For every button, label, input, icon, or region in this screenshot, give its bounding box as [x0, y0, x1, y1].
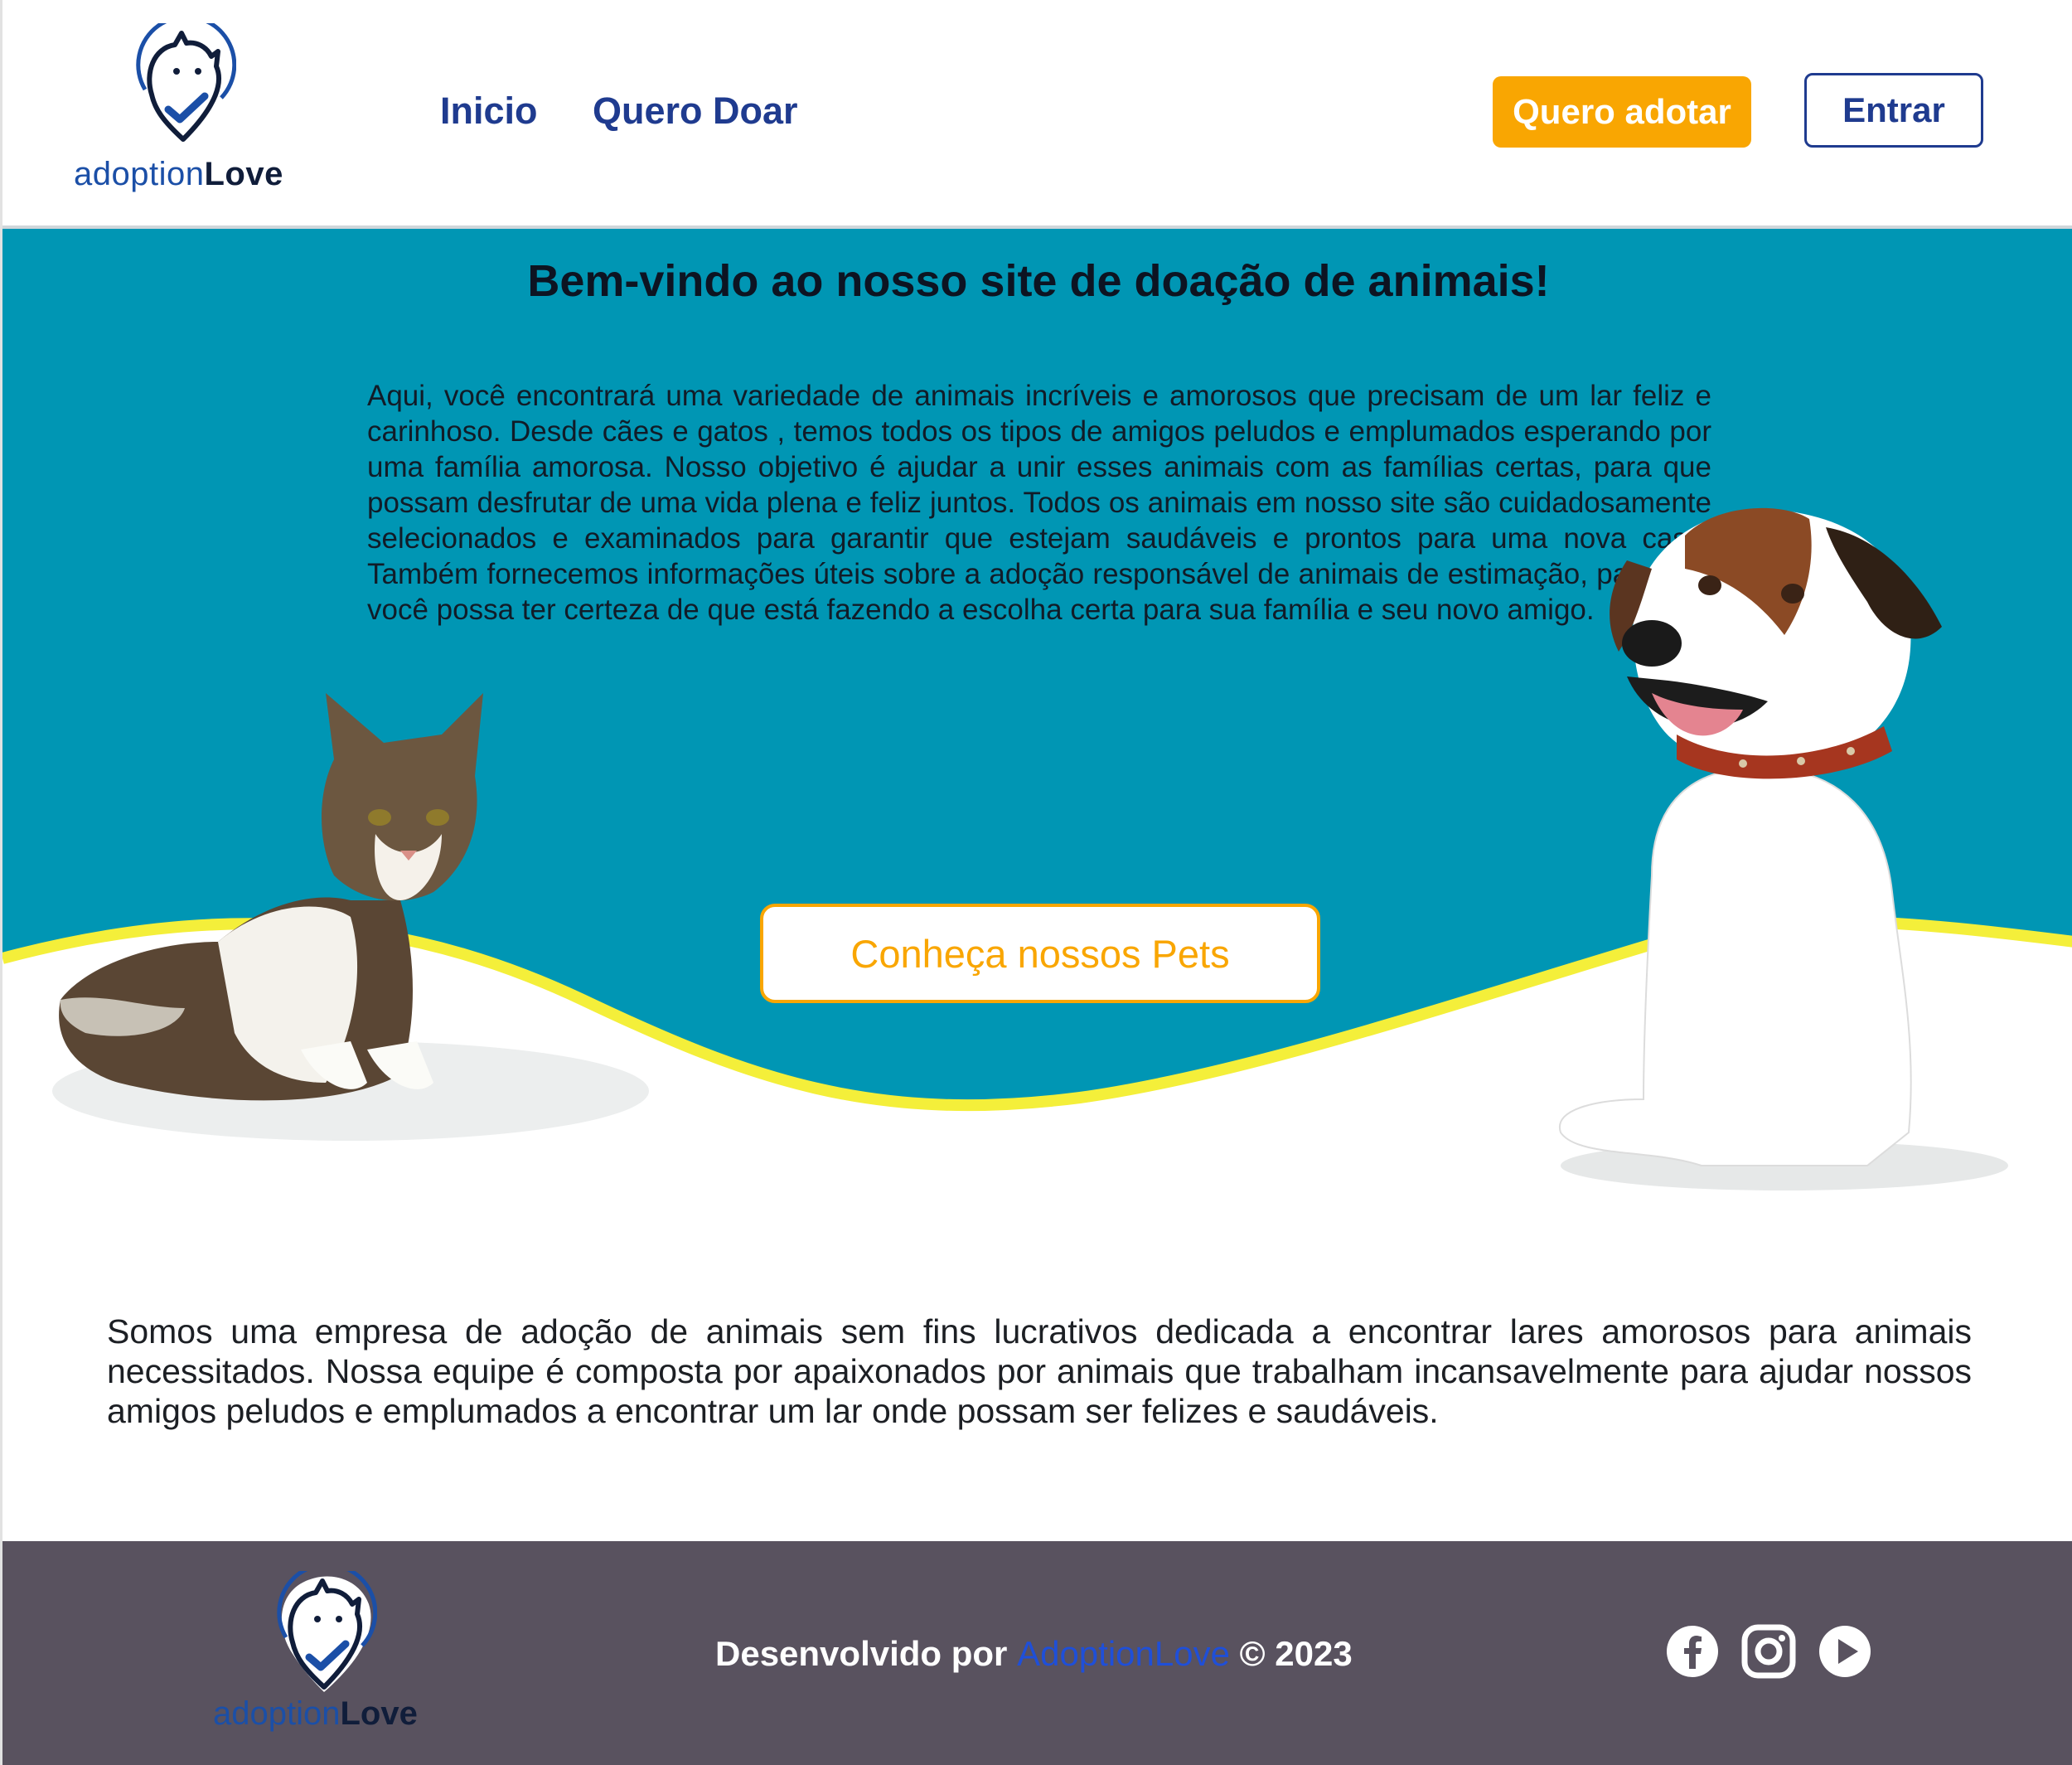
credits-brand-link[interactable]: AdoptionLove	[1017, 1634, 1230, 1673]
instagram-icon[interactable]	[1741, 1624, 1796, 1679]
site-logo[interactable]: adoptionLove	[74, 23, 298, 197]
hero-description: Aqui, você encontrará uma variedade de a…	[367, 380, 1711, 626]
hero-title: Bem-vindo ao nosso site de doação de ani…	[527, 256, 1550, 306]
youtube-play-icon[interactable]	[1818, 1624, 1872, 1679]
hero-section: Bem-vindo ao nosso site de doação de ani…	[2, 229, 2072, 1224]
footer-logo[interactable]: adoptionLove	[213, 1571, 445, 1745]
credits-prefix: Desenvolvido por	[715, 1634, 1018, 1673]
nav-link-inicio[interactable]: Inicio	[440, 90, 538, 132]
footer-logo-word-adoption: adoption	[213, 1695, 341, 1732]
page: adoptionLove Inicio Quero Doar Quero ado…	[0, 0, 2072, 1765]
footer-logo-word-love: Love	[340, 1695, 418, 1732]
site-header: adoptionLove Inicio Quero Doar Quero ado…	[2, 0, 2072, 229]
nav-link-quero-doar[interactable]: Quero Doar	[593, 90, 798, 132]
about-text: Somos uma empresa de adoção de animais s…	[107, 1312, 1972, 1430]
adopt-button[interactable]: Quero adotar	[1493, 76, 1751, 148]
footer-paw-heart-logo-icon	[277, 1571, 377, 1692]
social-links	[1665, 1624, 1872, 1679]
footer-credits: Desenvolvido por AdoptionLove © 2023	[715, 1634, 1353, 1674]
logo-word-adoption: adoption	[74, 156, 205, 192]
logo-wordmark: adoptionLove	[74, 156, 283, 193]
footer-logo-wordmark: adoptionLove	[213, 1695, 418, 1733]
facebook-icon[interactable]	[1665, 1624, 1720, 1679]
logo-word-love: Love	[204, 156, 283, 192]
meet-pets-button[interactable]: Conheça nossos Pets	[760, 904, 1320, 1003]
paw-heart-logo-icon	[136, 23, 236, 142]
credits-suffix: © 2023	[1229, 1634, 1353, 1673]
login-button[interactable]: Entrar	[1804, 73, 1983, 148]
main-nav: Inicio Quero Doar	[440, 90, 850, 133]
dog-image	[1558, 507, 2008, 1190]
site-footer: adoptionLove Desenvolvido por AdoptionLo…	[2, 1541, 2072, 1765]
cat-image	[52, 693, 649, 1141]
